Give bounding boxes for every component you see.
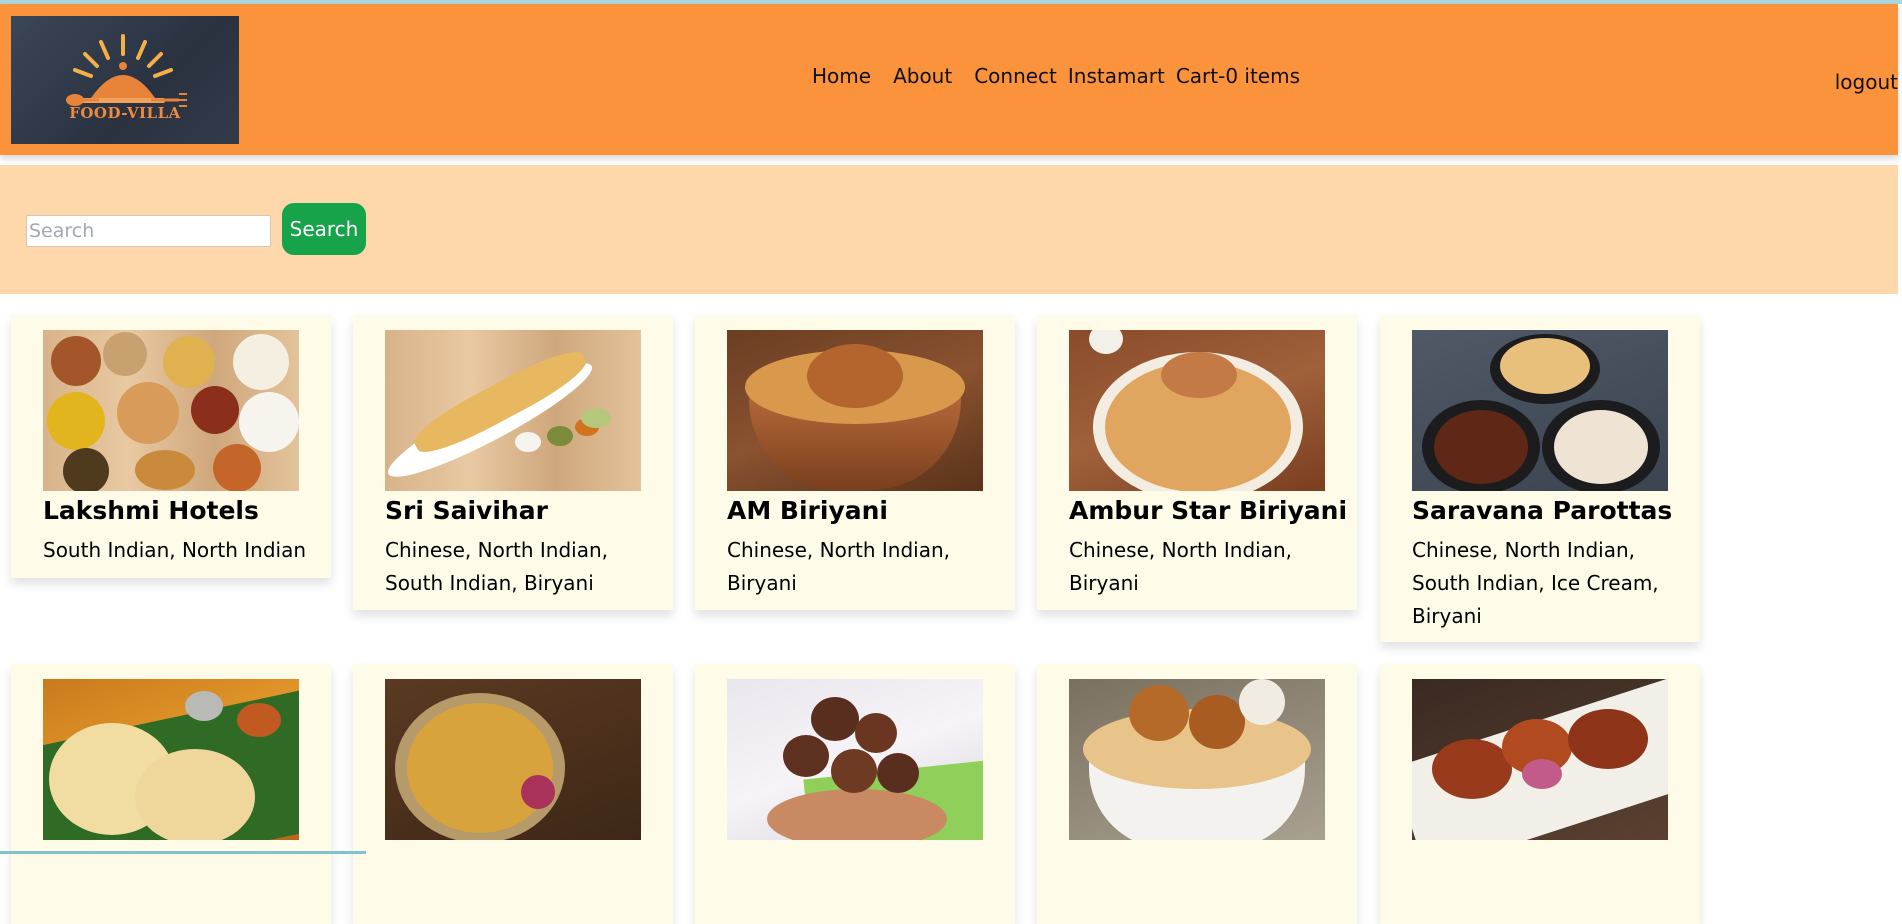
restaurant-image: [1069, 679, 1325, 840]
restaurant-cuisines: Chinese, North Indian, Biryani: [727, 538, 951, 595]
logout-button[interactable]: logout: [1835, 70, 1898, 94]
restaurant-card[interactable]: AM Biriyani Chinese, North Indian, Birya…: [695, 315, 1015, 610]
restaurant-image: [43, 679, 299, 840]
main-nav: Home About Connect Instamart Cart-0 item…: [812, 64, 1311, 88]
restaurant-name: Ambur Star Biriyani: [1069, 496, 1348, 525]
restaurant-name: Saravana Parottas: [1412, 496, 1673, 525]
restaurant-image: [385, 330, 641, 491]
nav-about[interactable]: About: [893, 64, 952, 88]
restaurant-image: [1069, 330, 1325, 491]
restaurant-card[interactable]: Saravana Parottas Chinese, North Indian,…: [1380, 315, 1700, 642]
restaurant-card[interactable]: [353, 664, 673, 924]
restaurant-cuisines: Chinese, North Indian, South Indian, Ice…: [1412, 538, 1659, 628]
restaurant-image: [43, 330, 299, 491]
nav-connect[interactable]: Connect: [974, 64, 1057, 88]
restaurant-card[interactable]: [695, 664, 1015, 924]
restaurant-card[interactable]: Ambur Star Biriyani Chinese, North India…: [1037, 315, 1357, 610]
nav-home[interactable]: Home: [812, 64, 871, 88]
restaurant-image: [385, 679, 641, 840]
search-input[interactable]: [26, 215, 271, 247]
restaurant-image: [1412, 679, 1668, 840]
logo-text: FOOD-VILLA: [69, 104, 181, 122]
search-button[interactable]: Search: [282, 203, 366, 255]
restaurant-card[interactable]: Lakshmi Hotels South Indian, North India…: [11, 315, 331, 578]
app-header: FOOD-VILLA Home About Connect Instamart …: [0, 4, 1898, 155]
restaurant-name: AM Biriyani: [727, 496, 888, 525]
restaurant-cuisines: Chinese, North Indian, Biryani: [1069, 538, 1293, 595]
restaurant-image: [727, 330, 983, 491]
restaurant-image: [1412, 330, 1668, 491]
restaurant-name: Lakshmi Hotels: [43, 496, 259, 525]
restaurant-card[interactable]: Sri Saivihar Chinese, North Indian, Sout…: [353, 315, 673, 610]
nav-instamart[interactable]: Instamart: [1068, 64, 1165, 88]
search-bar: Search: [0, 165, 1898, 294]
restaurant-card[interactable]: [1380, 664, 1700, 924]
restaurant-cuisines: South Indian, North Indian: [43, 538, 307, 562]
restaurant-image: [727, 679, 983, 840]
restaurant-cuisines: Chinese, North Indian, South Indian, Bir…: [385, 538, 609, 595]
food-villa-logo[interactable]: FOOD-VILLA: [11, 16, 239, 144]
restaurant-card[interactable]: [11, 664, 331, 924]
nav-cart[interactable]: Cart-0 items: [1176, 64, 1300, 88]
restaurant-card[interactable]: [1037, 664, 1357, 924]
restaurant-name: Sri Saivihar: [385, 496, 548, 525]
